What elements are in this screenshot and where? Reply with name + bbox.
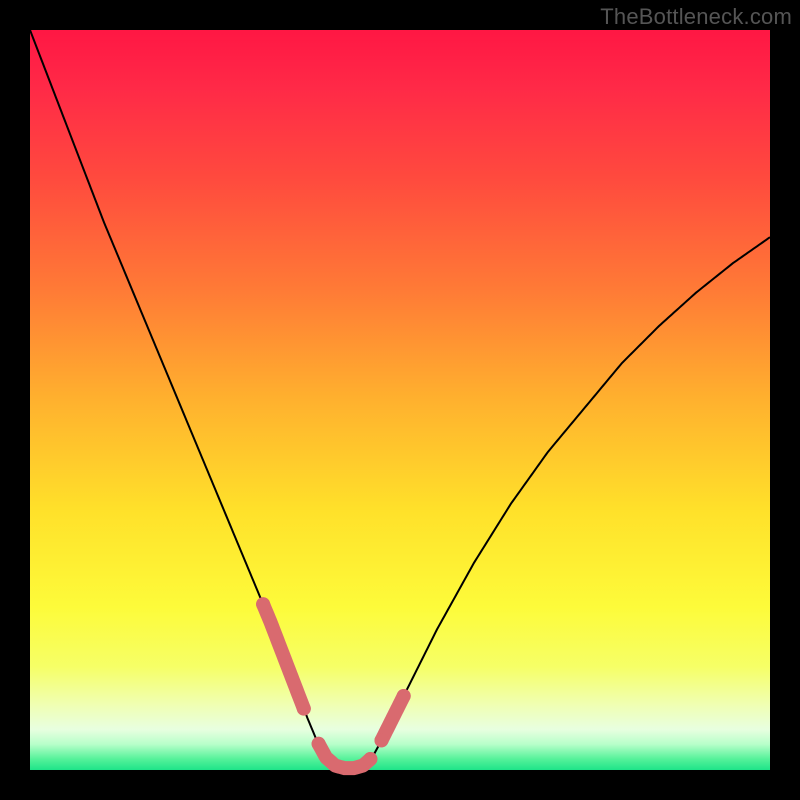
marker-cap: [256, 597, 270, 611]
bottleneck-chart: [0, 0, 800, 800]
plot-background: [30, 30, 770, 770]
watermark-text: TheBottleneck.com: [600, 4, 792, 30]
marker-cap: [397, 689, 411, 703]
marker-cap: [375, 733, 389, 747]
marker-cap: [363, 752, 377, 766]
marker-cap: [297, 702, 311, 716]
chart-frame: TheBottleneck.com: [0, 0, 800, 800]
marker-cap: [312, 737, 326, 751]
